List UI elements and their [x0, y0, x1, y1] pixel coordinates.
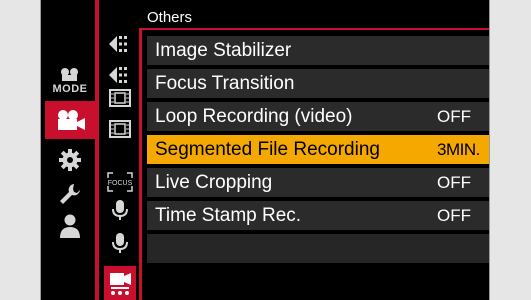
menu-item-empty — [147, 234, 489, 263]
video-camera-others-icon — [110, 273, 131, 295]
person-icon — [60, 214, 80, 238]
main-tab-video[interactable] — [45, 101, 95, 139]
mode-label: MODE — [52, 83, 88, 95]
main-tab-setup[interactable] — [45, 176, 95, 212]
main-tab-column: MODE — [41, 0, 95, 300]
image-quality-icon — [109, 36, 127, 52]
sub-tab-focus[interactable]: FOCUS — [104, 168, 136, 196]
menu-list: Image Stabilizer Focus Transition Loop R… — [147, 36, 489, 267]
section-title: Others — [147, 9, 193, 26]
microphone-icon — [112, 233, 128, 253]
main-tab-custom[interactable] — [45, 142, 95, 178]
microphone-icon — [112, 200, 128, 220]
film-strip-icon — [109, 120, 131, 138]
video-camera-icon — [58, 110, 85, 130]
focus-icon: FOCUS — [107, 172, 133, 192]
screen-bezel-left — [0, 0, 41, 300]
menu-item-focus-transition[interactable]: Focus Transition — [147, 69, 489, 98]
film-strip-icon — [109, 89, 131, 107]
menu-item-label: Image Stabilizer — [155, 39, 292, 61]
sub-tab-audio-2[interactable] — [104, 229, 136, 257]
tab-column-divider — [95, 0, 99, 300]
menu-item-label: Focus Transition — [155, 72, 295, 94]
menu-item-value: 3MIN. — [437, 139, 480, 159]
menu-item-value: OFF — [437, 172, 471, 192]
sub-tab-image-quality-1[interactable] — [104, 30, 136, 58]
menu-item-label: Live Cropping — [155, 171, 273, 193]
camera-menu-screen: MODE FOCUS Others Image Stabilizer Focus… — [41, 0, 489, 300]
sub-tab-audio-1[interactable] — [104, 196, 136, 224]
wrench-icon — [60, 184, 80, 204]
menu-item-loop-recording[interactable]: Loop Recording (video) OFF — [147, 102, 489, 131]
movie-mode-icon — [61, 68, 78, 81]
sub-tab-others[interactable] — [104, 266, 136, 300]
menu-item-time-stamp-rec[interactable]: Time Stamp Rec. OFF — [147, 201, 489, 230]
menu-item-label: Segmented File Recording — [155, 138, 380, 160]
menu-item-segmented-file-recording[interactable]: Segmented File Recording 3MIN. — [147, 135, 489, 164]
main-tab-movie-mode[interactable]: MODE — [45, 66, 95, 102]
menu-header-line — [139, 28, 489, 30]
sub-tab-film-1[interactable] — [104, 84, 136, 112]
main-tab-my-menu[interactable] — [45, 208, 95, 244]
svg-text:FOCUS: FOCUS — [108, 180, 133, 187]
sub-tab-divider — [139, 28, 142, 300]
image-quality-icon — [109, 67, 127, 83]
sub-tab-film-2[interactable] — [104, 115, 136, 143]
screen-bezel-right — [489, 0, 531, 300]
menu-item-value: OFF — [437, 106, 471, 126]
menu-item-label: Loop Recording (video) — [155, 105, 353, 127]
gear-icon — [59, 149, 81, 171]
menu-item-label: Time Stamp Rec. — [155, 204, 302, 226]
menu-item-image-stabilizer[interactable]: Image Stabilizer — [147, 36, 489, 65]
menu-item-live-cropping[interactable]: Live Cropping OFF — [147, 168, 489, 197]
menu-item-value: OFF — [437, 205, 471, 225]
